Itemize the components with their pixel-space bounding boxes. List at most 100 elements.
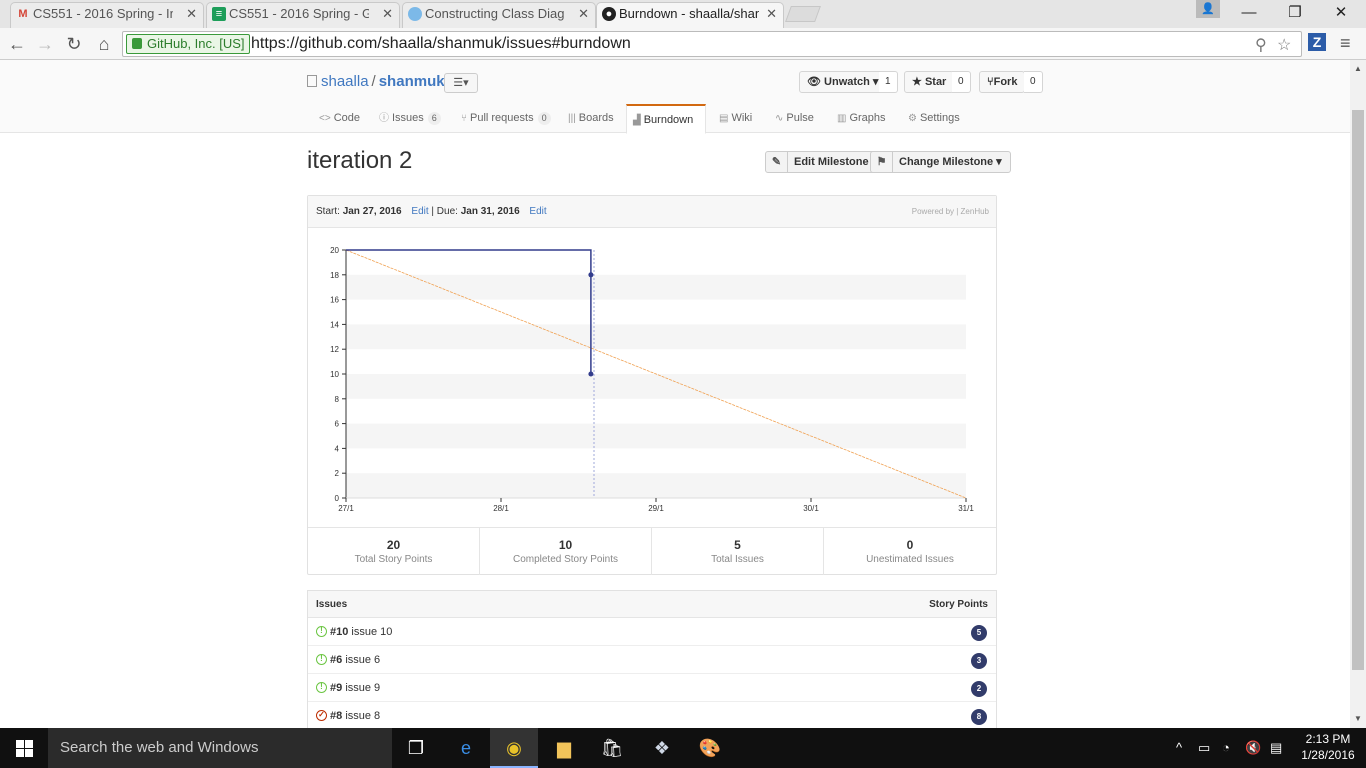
burndown-panel: Start: Jan 27, 2016 Edit | Due: Jan 31, … bbox=[307, 195, 997, 575]
back-icon[interactable]: ← bbox=[5, 32, 29, 56]
change-milestone-label: Change Milestone bbox=[899, 156, 994, 168]
taskbar-search-input[interactable]: Search the web and Windows bbox=[48, 728, 392, 768]
milestone-dates: Start: Jan 27, 2016 Edit | Due: Jan 31, … bbox=[308, 196, 996, 228]
issue-row[interactable]: ✓ #8 issue 8 8 bbox=[308, 702, 996, 730]
new-tab-button[interactable] bbox=[785, 6, 821, 22]
tab-burndown[interactable]: ▟ Burndown bbox=[626, 104, 706, 134]
battery-icon[interactable]: ▭ bbox=[1198, 728, 1210, 768]
volume-muted-icon[interactable]: 🔇 bbox=[1245, 728, 1261, 768]
taskbar-clock[interactable]: 2:13 PM 1/28/2016 bbox=[1296, 731, 1360, 763]
chrome-menu-icon[interactable]: ≡ bbox=[1340, 33, 1351, 54]
tab-issues[interactable]: ⓘ Issues 6 bbox=[373, 104, 447, 133]
scrollbar-thumb[interactable] bbox=[1352, 110, 1364, 670]
due-key: | Due: bbox=[431, 206, 458, 217]
edit-start-link[interactable]: Edit bbox=[411, 206, 428, 217]
story-points-badge: 2 bbox=[971, 681, 987, 697]
stat-completed-story-points: 10 Completed Story Points bbox=[480, 528, 652, 575]
dropbox-icon[interactable]: ❖ bbox=[638, 728, 686, 768]
profile-icon[interactable]: 👤 bbox=[1196, 0, 1220, 18]
browser-tab-active[interactable]: ● Burndown - shaalla/shanm ✕ bbox=[596, 2, 784, 28]
page-scrollbar[interactable]: ▲ ▼ bbox=[1350, 60, 1366, 728]
star-label: Star bbox=[924, 76, 947, 88]
reload-icon[interactable]: ↻ bbox=[62, 32, 86, 56]
y-tick-label: 4 bbox=[335, 444, 340, 453]
chrome-icon[interactable]: ◉ bbox=[490, 728, 538, 768]
zenhub-extension-icon[interactable]: Z bbox=[1308, 33, 1326, 51]
x-tick-label: 31/1 bbox=[958, 504, 974, 513]
watch-count[interactable]: 1 bbox=[879, 71, 898, 93]
task-view-icon[interactable]: ❐ bbox=[392, 728, 440, 768]
minimize-button[interactable]: — bbox=[1226, 0, 1272, 26]
bookmark-star-icon[interactable]: ☆ bbox=[1277, 35, 1291, 55]
edit-milestone-button[interactable]: ✎ Edit Milestone bbox=[765, 151, 878, 173]
repo-name-link[interactable]: shanmuk bbox=[379, 73, 445, 90]
issue-row[interactable]: ! #9 issue 9 2 bbox=[308, 674, 996, 702]
tab-label: Issues bbox=[392, 112, 424, 124]
repo-list-menu-button[interactable]: ☰▾ bbox=[444, 73, 478, 93]
issue-row[interactable]: ! #6 issue 6 3 bbox=[308, 646, 996, 674]
tab-code[interactable]: <> Code bbox=[313, 104, 366, 133]
story-points-badge: 3 bbox=[971, 653, 987, 669]
tab-wiki[interactable]: ▤ Wiki bbox=[713, 104, 758, 133]
browser-tab-strip: M CS551 - 2016 Spring - Invi ✕ ≡ CS551 -… bbox=[0, 0, 1366, 28]
wifi-icon[interactable]: ◔ bbox=[1222, 728, 1230, 768]
scroll-up-arrow-icon[interactable]: ▲ bbox=[1354, 64, 1362, 73]
file-explorer-icon[interactable]: ▆ bbox=[540, 728, 588, 768]
issue-title[interactable]: issue 8 bbox=[345, 710, 380, 722]
browser-tab[interactable]: Constructing Class Diagrar ✕ bbox=[402, 2, 596, 28]
paint-icon[interactable]: 🎨 bbox=[686, 728, 734, 768]
issue-title[interactable]: issue 9 bbox=[345, 682, 380, 694]
address-bar[interactable]: GitHub, Inc. [US] https://github.com/sha… bbox=[122, 31, 1302, 57]
tab-pull-requests[interactable]: ⑂ Pull requests 0 bbox=[455, 104, 557, 133]
tab-close-icon[interactable]: ✕ bbox=[382, 3, 393, 25]
tab-graphs[interactable]: ▥ Graphs bbox=[831, 104, 892, 133]
change-milestone-button[interactable]: ⚑ Change Milestone ▾ bbox=[870, 151, 1011, 173]
star-button[interactable]: ★ Star bbox=[904, 71, 955, 93]
y-tick-label: 14 bbox=[330, 320, 339, 329]
fork-button[interactable]: ⑂Fork bbox=[979, 71, 1026, 93]
repo-owner-link[interactable]: shaalla bbox=[321, 73, 369, 90]
issue-title[interactable]: issue 10 bbox=[351, 626, 392, 638]
burndown-chart: 0 2 4 6 8 10 12 14 16 18 20 27/1 28/1 29/1 30/1 31/1 bbox=[330, 246, 974, 513]
grid-band bbox=[346, 473, 966, 498]
scroll-down-arrow-icon[interactable]: ▼ bbox=[1354, 714, 1362, 723]
issue-title[interactable]: issue 6 bbox=[345, 654, 380, 666]
tab-pulse[interactable]: ∿ Pulse bbox=[769, 104, 820, 133]
fork-label: Fork bbox=[993, 76, 1018, 88]
x-tick-label: 29/1 bbox=[648, 504, 664, 513]
issue-number[interactable]: #8 bbox=[330, 710, 342, 722]
forward-icon[interactable]: → bbox=[33, 32, 57, 56]
windows-start-icon[interactable] bbox=[0, 728, 48, 768]
tab-settings[interactable]: ⚙ Settings bbox=[902, 104, 966, 133]
url-text[interactable]: https://github.com/shaalla/shanmuk/issue… bbox=[251, 34, 631, 54]
restore-button[interactable]: ❐ bbox=[1272, 0, 1318, 26]
tab-close-icon[interactable]: ✕ bbox=[766, 3, 777, 25]
edit-due-link[interactable]: Edit bbox=[529, 206, 546, 217]
browser-tab[interactable]: M CS551 - 2016 Spring - Invi ✕ bbox=[10, 2, 204, 28]
issue-number[interactable]: #9 bbox=[330, 682, 342, 694]
issue-row[interactable]: ! #10 issue 10 5 bbox=[308, 618, 996, 646]
tab-close-icon[interactable]: ✕ bbox=[578, 3, 589, 25]
search-icon[interactable]: ⚲ bbox=[1255, 35, 1267, 55]
store-icon[interactable]: 🛍 bbox=[588, 728, 636, 768]
star-count[interactable]: 0 bbox=[952, 71, 971, 93]
close-window-button[interactable]: ✕ bbox=[1318, 0, 1364, 26]
due-date: Jan 31, 2016 bbox=[460, 206, 520, 217]
issue-icon: ⓘ bbox=[379, 113, 389, 124]
stat-label: Completed Story Points bbox=[512, 554, 619, 565]
tab-close-icon[interactable]: ✕ bbox=[186, 3, 197, 25]
browser-tab[interactable]: ≡ CS551 - 2016 Spring - Goo ✕ bbox=[206, 2, 400, 28]
tab-boards[interactable]: ||| Boards bbox=[562, 104, 620, 133]
unwatch-button[interactable]: 👁 Unwatch ▾ bbox=[799, 71, 887, 93]
story-points-badge: 8 bbox=[971, 709, 987, 725]
tray-chevron-icon[interactable]: ^ bbox=[1176, 728, 1182, 768]
edge-icon[interactable]: e bbox=[442, 728, 490, 768]
issue-number[interactable]: #10 bbox=[330, 626, 348, 638]
issue-number[interactable]: #6 bbox=[330, 654, 342, 666]
y-tick-label: 20 bbox=[330, 246, 339, 255]
ev-certificate-badge[interactable]: GitHub, Inc. [US] bbox=[126, 34, 250, 54]
home-icon[interactable]: ⌂ bbox=[92, 32, 116, 56]
eye-icon: 👁 bbox=[807, 76, 821, 88]
notification-icon[interactable]: ▤ bbox=[1270, 728, 1282, 768]
fork-count[interactable]: 0 bbox=[1024, 71, 1043, 93]
